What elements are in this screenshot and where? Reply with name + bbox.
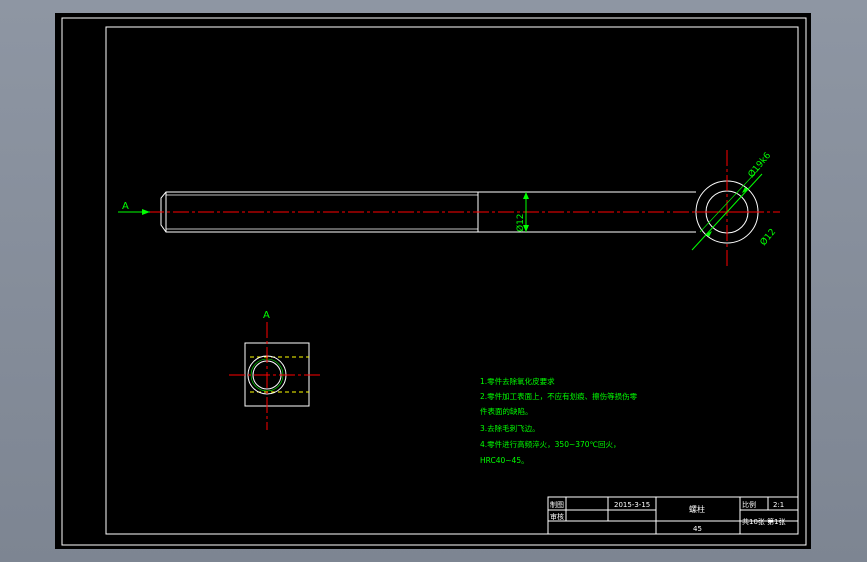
scale-value: 2:1 bbox=[773, 501, 784, 509]
cad-drawing: A Ø12 Ø19k6 Ø12 A 1.零件去除氧化皮要求 2.零件加工表面上，… bbox=[61, 17, 807, 546]
sheet-info: 共10张 第1张 bbox=[742, 517, 786, 526]
inner-frame bbox=[105, 26, 799, 535]
drawn-date: 2015-3-15 bbox=[614, 501, 650, 509]
material: 45 bbox=[693, 525, 702, 533]
requirement-line: 件表面的缺陷。 bbox=[480, 406, 533, 416]
requirement-line: 3.去除毛刺飞边。 bbox=[480, 423, 540, 433]
title-block: 制图 审核 2015-3-15 螺柱 45 比例 2:1 共10张 第1张 bbox=[547, 496, 799, 535]
dim-eye-outer: Ø19k6 bbox=[746, 150, 774, 180]
outer-frame bbox=[61, 17, 807, 546]
dim-arrow-top bbox=[523, 192, 529, 199]
section-label-view: A bbox=[263, 310, 270, 321]
technical-requirements: 1.零件去除氧化皮要求 2.零件加工表面上，不应有划痕、擦伤等损伤零 件表面的缺… bbox=[480, 376, 638, 465]
dim-eye-inner: Ø12 bbox=[758, 227, 778, 248]
section-label-main: A bbox=[122, 201, 129, 212]
requirement-line: 2.零件加工表面上，不应有划痕、擦伤等损伤零 bbox=[480, 391, 638, 401]
requirement-line: 4.零件进行高频淬火，350~370℃回火， bbox=[480, 439, 621, 449]
dim-shaft-diameter: Ø12 bbox=[515, 213, 526, 232]
requirement-line: 1.零件去除氧化皮要求 bbox=[480, 376, 555, 386]
title-block-frame bbox=[547, 496, 799, 535]
section-view-a: A bbox=[229, 310, 322, 430]
checked-label: 审核 bbox=[550, 512, 564, 521]
requirement-line: HRC40~45。 bbox=[480, 456, 529, 465]
shaft-view: A Ø12 Ø19k6 Ø12 bbox=[118, 150, 780, 268]
drawn-label: 制图 bbox=[550, 500, 564, 509]
scale-label: 比例 bbox=[742, 500, 756, 509]
section-arrow-head bbox=[142, 209, 150, 215]
part-name: 螺柱 bbox=[689, 504, 705, 514]
